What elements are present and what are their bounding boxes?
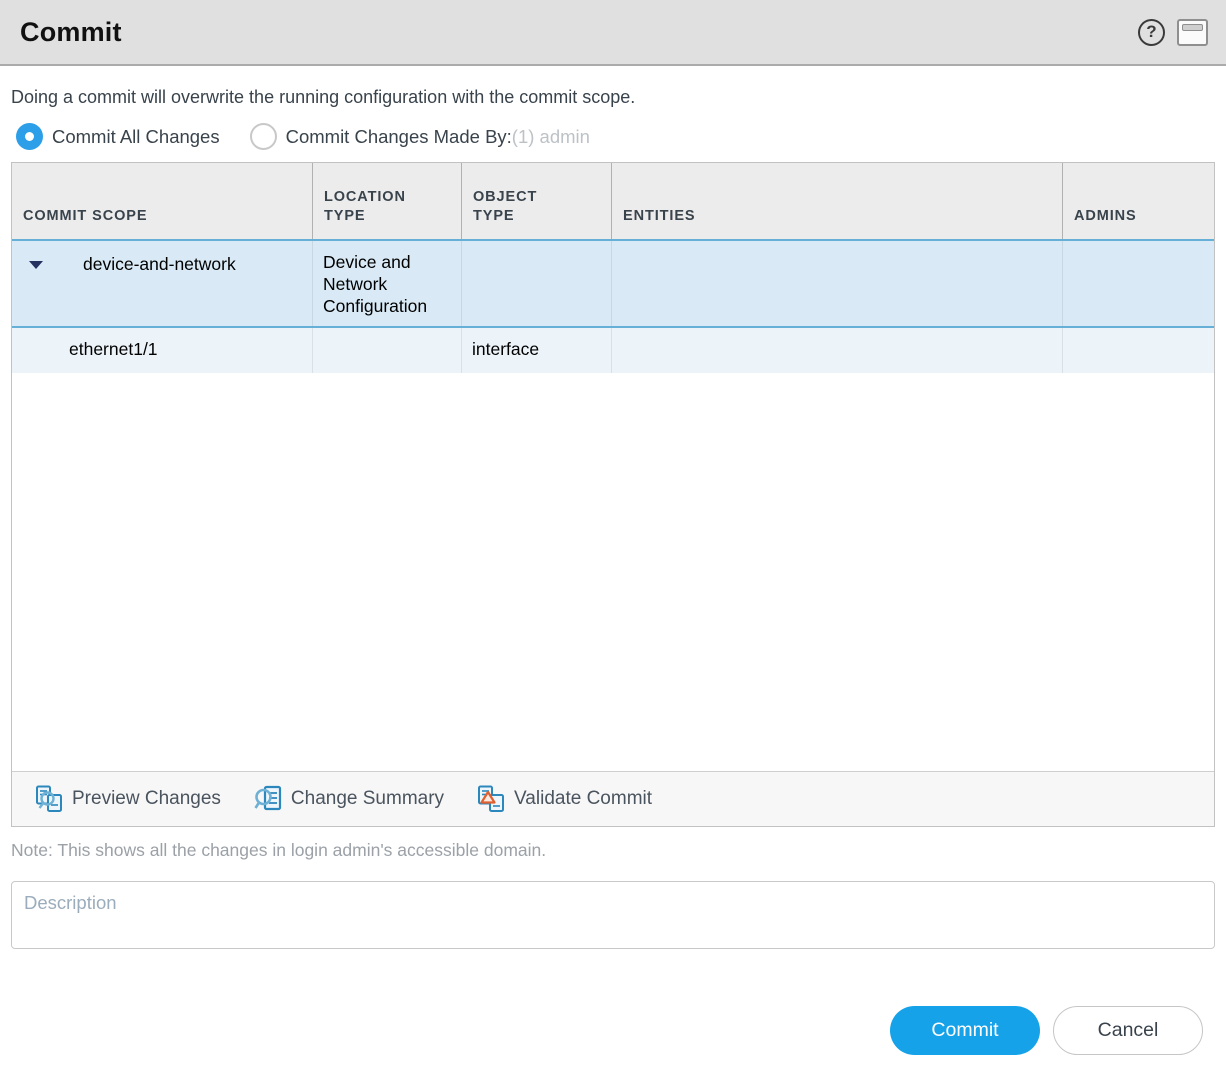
change-summary-icon	[254, 785, 282, 813]
cell-commit-scope: ethernet1/1	[12, 328, 313, 373]
change-summary-label: Change Summary	[291, 788, 444, 810]
cell-admins	[1063, 241, 1214, 326]
column-header-commit-scope[interactable]: COMMIT SCOPE	[12, 163, 313, 239]
radio-commit-all-label: Commit All Changes	[52, 126, 220, 148]
validate-commit-icon	[477, 785, 505, 813]
change-summary-button[interactable]: Change Summary	[254, 785, 444, 813]
radio-made-by-label: Commit Changes Made By:	[286, 126, 512, 147]
popup-window-icon[interactable]	[1177, 19, 1208, 46]
cell-entities	[612, 328, 1063, 373]
cell-object-type: interface	[462, 328, 612, 373]
cell-entities	[612, 241, 1063, 326]
commit-scope-value: ethernet1/1	[69, 338, 158, 360]
cancel-button[interactable]: Cancel	[1053, 1006, 1203, 1055]
cell-admins	[1063, 328, 1214, 373]
commit-scope-radio-group: Commit All Changes Commit Changes Made B…	[16, 123, 1215, 150]
table-header-row: COMMIT SCOPE LOCATION TYPE OBJECT TYPE E…	[12, 163, 1214, 239]
titlebar-icons: ?	[1138, 19, 1208, 46]
commit-button[interactable]: Commit	[890, 1006, 1040, 1055]
commit-scope-value: device-and-network	[83, 253, 236, 275]
table-empty-area	[12, 373, 1214, 771]
preview-changes-button[interactable]: Preview Changes	[35, 785, 221, 813]
radio-unselected-icon[interactable]	[250, 123, 277, 150]
dialog-footer: Commit Cancel	[0, 1006, 1203, 1055]
cell-location-type: Device and Network Configuration	[313, 241, 462, 326]
radio-selected-icon[interactable]	[16, 123, 43, 150]
validate-commit-label: Validate Commit	[514, 788, 652, 810]
dialog-titlebar: Commit ?	[0, 0, 1226, 66]
column-header-object-type[interactable]: OBJECT TYPE	[462, 163, 612, 239]
radio-made-by-suffix: (1) admin	[512, 126, 590, 147]
page-title: Commit	[20, 17, 122, 48]
cell-object-type	[462, 241, 612, 326]
cell-location-type	[313, 328, 462, 373]
validate-commit-button[interactable]: Validate Commit	[477, 785, 652, 813]
radio-commit-changes-made-by[interactable]: Commit Changes Made By:(1) admin	[250, 123, 590, 150]
table-footer-toolbar: Preview Changes Change Summary	[12, 771, 1214, 826]
commit-scope-table: COMMIT SCOPE LOCATION TYPE OBJECT TYPE E…	[11, 162, 1215, 827]
commit-intro-text: Doing a commit will overwrite the runnin…	[11, 87, 1215, 108]
radio-commit-all-changes[interactable]: Commit All Changes	[16, 123, 220, 150]
collapse-expander-icon[interactable]	[29, 261, 43, 269]
column-header-location-type[interactable]: LOCATION TYPE	[313, 163, 462, 239]
cell-commit-scope: device-and-network	[12, 241, 313, 326]
description-input[interactable]	[11, 881, 1215, 949]
table-row-device-and-network[interactable]: device-and-network Device and Network Co…	[12, 239, 1214, 328]
preview-changes-label: Preview Changes	[72, 788, 221, 810]
column-header-entities[interactable]: ENTITIES	[612, 163, 1063, 239]
popup-window-icon-bar	[1182, 24, 1203, 31]
preview-changes-icon	[35, 785, 63, 813]
column-header-admins[interactable]: ADMINS	[1063, 163, 1214, 239]
table-row-ethernet1-1[interactable]: ethernet1/1 interface	[12, 328, 1214, 373]
accessible-domain-note: Note: This shows all the changes in logi…	[11, 840, 1215, 861]
help-icon[interactable]: ?	[1138, 19, 1165, 46]
